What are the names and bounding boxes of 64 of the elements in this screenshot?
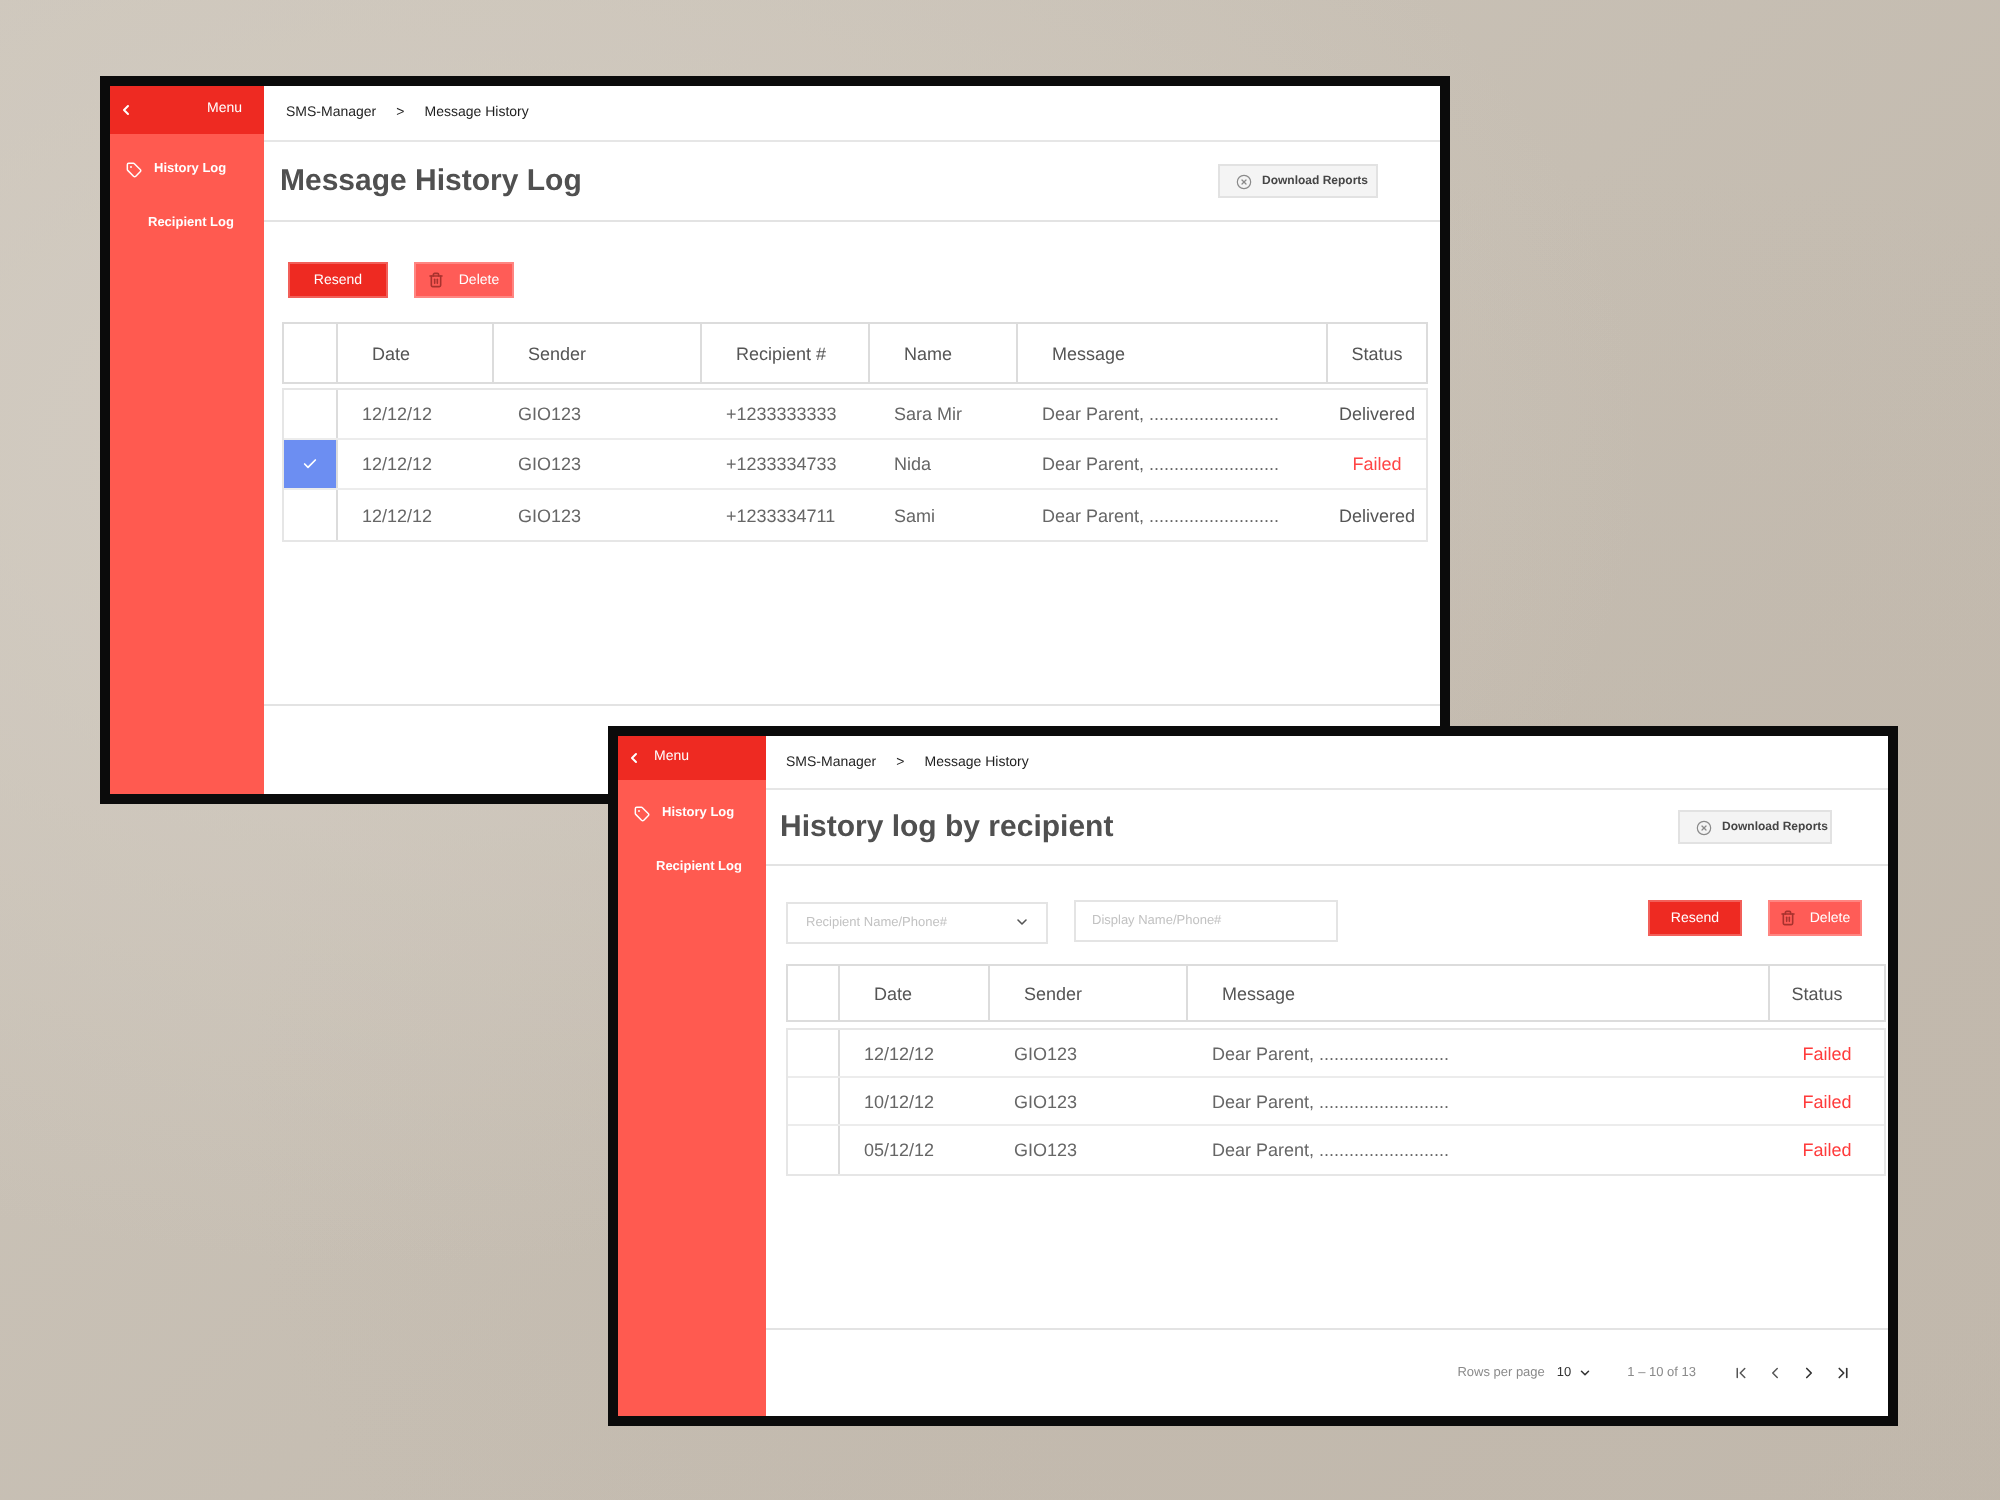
table-cell-text: Dear Parent, .......................... <box>1040 402 1282 428</box>
column-header: Date <box>840 966 990 1020</box>
first-page-icon[interactable] <box>1732 1364 1750 1382</box>
status-text: Delivered <box>1336 503 1418 529</box>
table-cell-text: GIO123 <box>516 503 584 529</box>
status-text: Delivered <box>1336 402 1418 428</box>
status-text: Failed <box>1800 1138 1854 1164</box>
previous-page-icon[interactable] <box>1766 1364 1784 1382</box>
table-cell-text: Nida <box>892 452 934 478</box>
chevron-down-icon <box>1577 1366 1592 1380</box>
column-header: Name <box>870 324 1018 382</box>
column-header: Recipient # <box>702 324 870 382</box>
status-text: Failed <box>1350 452 1404 478</box>
table-cell-text: Dear Parent, .......................... <box>1210 1089 1452 1115</box>
chevron-left-icon[interactable] <box>118 102 134 118</box>
status-text: Failed <box>1800 1089 1854 1115</box>
trash-icon <box>1779 910 1796 926</box>
column-header: Message <box>1188 966 1770 1020</box>
next-page-icon[interactable] <box>1800 1364 1818 1382</box>
column-header: Date <box>338 324 494 382</box>
column-header: Status <box>1349 341 1405 367</box>
table-cell-text: Sara Mir <box>892 402 965 428</box>
table-cell-text: GIO123 <box>516 452 584 478</box>
table-row[interactable]: 12/12/12 GIO123 +1233334733 Nida Dear Parent, .......................... Failed <box>284 440 1426 490</box>
table-cell-text: 12/12/12 <box>360 402 435 428</box>
x-circle-icon <box>1236 173 1252 189</box>
row-checkbox[interactable] <box>284 440 338 488</box>
table-cell-text: Dear Parent, .......................... <box>1210 1041 1452 1067</box>
chevron-down-icon <box>1014 914 1030 930</box>
table-row[interactable]: 12/12/12 GIO123 +1233333333 Sara Mir Dear Parent, .......................... Delivered <box>284 390 1426 440</box>
trash-icon <box>428 272 445 288</box>
table-cell-text: GIO123 <box>1012 1089 1080 1115</box>
column-header: Status <box>1789 981 1845 1007</box>
page-title: History log by recipient <box>780 810 1114 844</box>
table-cell-text: 10/12/12 <box>862 1089 937 1115</box>
chevron-left-icon[interactable] <box>626 750 642 766</box>
table-cell-text: +1233334733 <box>724 452 839 478</box>
table-row[interactable]: 12/12/12 GIO123 Dear Parent, .......................... Failed <box>788 1030 1884 1078</box>
table-row[interactable]: 12/12/12 GIO123 +1233334711 Sami Dear Parent, .......................... Delivered <box>284 490 1426 540</box>
column-header: Sender <box>990 966 1188 1020</box>
table-cell-text: +1233334711 <box>724 503 838 529</box>
column-header: Message <box>1018 324 1328 382</box>
table-cell-text: 12/12/12 <box>862 1041 937 1067</box>
column-header: Sender <box>494 324 702 382</box>
x-circle-icon <box>1696 819 1712 835</box>
page-title: Message History Log <box>280 164 582 198</box>
table-cell-text: 05/12/12 <box>862 1138 937 1164</box>
status-text: Failed <box>1800 1041 1854 1067</box>
table-row[interactable]: 10/12/12 GIO123 Dear Parent, .......................... Failed <box>788 1078 1884 1126</box>
check-icon <box>302 456 318 472</box>
table-cell-text: GIO123 <box>1012 1138 1080 1164</box>
table-cell-text: Dear Parent, .......................... <box>1040 503 1282 529</box>
table-cell-text: Sami <box>892 503 938 529</box>
table-cell-text: GIO123 <box>1012 1041 1080 1067</box>
last-page-icon[interactable] <box>1834 1364 1852 1382</box>
table-cell-text: GIO123 <box>516 402 584 428</box>
table-cell-text: 12/12/12 <box>360 503 435 529</box>
table-cell-text: 12/12/12 <box>360 452 435 478</box>
table-row[interactable]: 05/12/12 GIO123 Dear Parent, .......................... Failed <box>788 1126 1884 1174</box>
table-cell-text: Dear Parent, .......................... <box>1210 1138 1452 1164</box>
table-cell-text: +1233333333 <box>724 402 839 428</box>
tag-icon <box>126 161 142 177</box>
tag-icon <box>634 805 650 821</box>
table-cell-text: Dear Parent, .......................... <box>1040 452 1282 478</box>
